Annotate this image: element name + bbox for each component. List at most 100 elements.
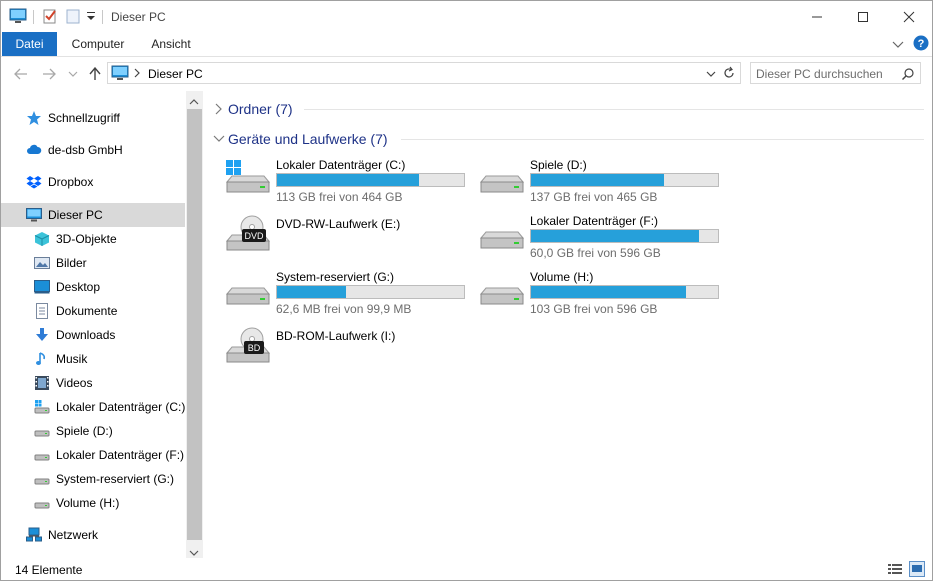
drive-name: BD-ROM-Laufwerk (I:) <box>276 329 396 343</box>
drive-icon <box>34 471 50 487</box>
refresh-icon[interactable] <box>722 66 736 80</box>
music-icon <box>34 351 50 367</box>
chevron-right-icon <box>212 102 226 116</box>
forward-button[interactable] <box>39 64 59 84</box>
sidebar-item-label: Spiele (D:) <box>56 424 113 438</box>
back-button[interactable] <box>11 64 31 84</box>
drive-free-space: 137 GB frei von 465 GB <box>530 190 658 204</box>
scroll-down-icon[interactable] <box>189 546 199 556</box>
cube-icon <box>34 231 50 247</box>
new-folder-icon[interactable] <box>65 8 81 24</box>
chevron-down-icon <box>212 132 226 146</box>
sidebar-item-dropbox[interactable]: Dropbox <box>1 170 185 194</box>
drive-icon <box>34 447 50 463</box>
sidebar-item-bilder[interactable]: Bilder <box>1 251 185 275</box>
sidebar-item-3d-objekte[interactable]: 3D-Objekte <box>1 227 185 251</box>
pictures-icon <box>34 255 50 271</box>
drive-usage-fill <box>277 174 420 186</box>
sidebar-item-drive-c[interactable]: Lokaler Datenträger (C:) <box>1 395 185 419</box>
sidebar-item-drive-h[interactable]: Volume (H:) <box>1 491 185 515</box>
tiles-view-icon[interactable] <box>909 561 925 577</box>
properties-icon[interactable] <box>42 8 58 24</box>
drive-free-space: 62,6 MB frei von 99,9 MB <box>276 302 412 316</box>
drive-item-e[interactable]: DVD DVD-RW-Laufwerk (E:) <box>204 215 454 267</box>
sidebar-item-drive-d[interactable]: Spiele (D:) <box>1 419 185 443</box>
drive-item-i[interactable]: BD BD-ROM-Laufwerk (I:) <box>204 327 454 379</box>
search-icon[interactable] <box>901 67 915 81</box>
ribbon-expand-icon[interactable] <box>891 38 905 50</box>
drive-free-space: 103 GB frei von 596 GB <box>530 302 658 316</box>
dropbox-icon <box>26 174 42 190</box>
drive-icon <box>34 495 50 511</box>
drive-usage-bar <box>530 285 719 299</box>
group-header-ordner[interactable]: Ordner (7) <box>212 99 293 119</box>
drive-name: Lokaler Datenträger (F:) <box>530 214 659 228</box>
drive-usage-fill <box>277 286 347 298</box>
close-button[interactable] <box>886 1 932 32</box>
group-header-geraete[interactable]: Geräte und Laufwerke (7) <box>212 129 388 149</box>
drive-name: System-reserviert (G:) <box>276 270 395 284</box>
sidebar-item-drive-f[interactable]: Lokaler Datenträger (F:) <box>1 443 185 467</box>
sidebar-item-label: Lokaler Datenträger (F:) <box>56 448 185 462</box>
sidebar-item-musik[interactable]: Musik <box>1 347 185 371</box>
sidebar-item-de-dsb[interactable]: de-dsb GmbH <box>1 138 185 162</box>
sidebar-item-label: 3D-Objekte <box>56 232 117 246</box>
address-dropdown-icon[interactable] <box>705 68 717 78</box>
windows-drive-icon <box>34 399 50 415</box>
documents-icon <box>34 303 50 319</box>
sidebar-scroll-thumb[interactable] <box>187 109 202 540</box>
monitor-icon <box>111 65 129 81</box>
title-bar: Dieser PC <box>1 1 932 32</box>
sidebar-item-label: Volume (H:) <box>56 496 120 510</box>
bd-badge: BD <box>248 343 261 353</box>
sidebar-item-netzwerk[interactable]: Netzwerk <box>1 523 185 547</box>
minimize-button[interactable] <box>794 1 840 32</box>
tab-datei[interactable]: Datei <box>2 32 57 56</box>
sidebar-item-label: Musik <box>56 352 88 366</box>
sidebar-item-label: Dokumente <box>56 304 118 318</box>
breadcrumb-current[interactable]: Dieser PC <box>148 67 203 81</box>
sidebar-item-dokumente[interactable]: Dokumente <box>1 299 185 323</box>
drive-usage-bar <box>530 173 719 187</box>
sidebar-item-drive-g[interactable]: System-reserviert (G:) <box>1 467 185 491</box>
search-placeholder: Dieser PC durchsuchen <box>756 67 883 81</box>
monitor-icon <box>26 207 42 223</box>
sidebar-item-dieser-pc[interactable]: Dieser PC <box>1 203 185 227</box>
help-icon[interactable]: ? <box>913 35 929 51</box>
tab-computer[interactable]: Computer <box>59 32 137 56</box>
drive-item-c[interactable]: Lokaler Datenträger (C:) 113 GB frei von… <box>204 158 465 208</box>
drive-item-f[interactable]: Lokaler Datenträger (F:) 60,0 GB frei vo… <box>458 214 719 264</box>
sidebar-item-label: Desktop <box>56 280 101 294</box>
maximize-button[interactable] <box>840 1 886 32</box>
drive-item-h[interactable]: Volume (H:) 103 GB frei von 596 GB <box>458 270 719 320</box>
quick-access-dropdown-icon[interactable] <box>86 10 96 22</box>
scroll-up-icon[interactable] <box>189 95 199 105</box>
address-bar[interactable]: Dieser PC <box>107 62 741 84</box>
drive-name: Volume (H:) <box>530 270 594 284</box>
recent-locations-button[interactable] <box>63 64 83 84</box>
sidebar-item-label: Dropbox <box>48 175 94 189</box>
up-button[interactable] <box>85 64 105 84</box>
drive-free-space: 60,0 GB frei von 596 GB <box>530 246 661 260</box>
sidebar-item-label: de-dsb GmbH <box>48 143 123 157</box>
drive-name: Spiele (D:) <box>530 158 587 172</box>
tab-ansicht[interactable]: Ansicht <box>139 32 203 56</box>
sidebar-item-desktop[interactable]: Desktop <box>1 275 185 299</box>
drive-name: Lokaler Datenträger (C:) <box>276 158 406 172</box>
drive-icon <box>478 272 525 306</box>
navigation-pane: Schnellzugriff de-dsb GmbH Dropbox Diese… <box>1 91 203 558</box>
drive-icon <box>478 216 525 250</box>
drive-item-g[interactable]: System-reserviert (G:) 62,6 MB frei von … <box>204 270 465 320</box>
drive-usage-bar <box>276 173 465 187</box>
item-count: 14 Elemente <box>15 563 83 577</box>
sidebar-item-schnellzugriff[interactable]: Schnellzugriff <box>1 106 185 130</box>
sidebar-item-label: Bilder <box>56 256 87 270</box>
breadcrumb-separator-icon[interactable] <box>133 67 141 79</box>
search-input[interactable]: Dieser PC durchsuchen <box>750 62 921 84</box>
computer-icon[interactable] <box>9 8 27 24</box>
details-view-icon[interactable] <box>887 562 903 576</box>
sidebar-item-downloads[interactable]: Downloads <box>1 323 185 347</box>
sidebar-item-videos[interactable]: Videos <box>1 371 185 395</box>
drive-item-d[interactable]: Spiele (D:) 137 GB frei von 465 GB <box>458 158 719 208</box>
download-icon <box>34 327 50 343</box>
